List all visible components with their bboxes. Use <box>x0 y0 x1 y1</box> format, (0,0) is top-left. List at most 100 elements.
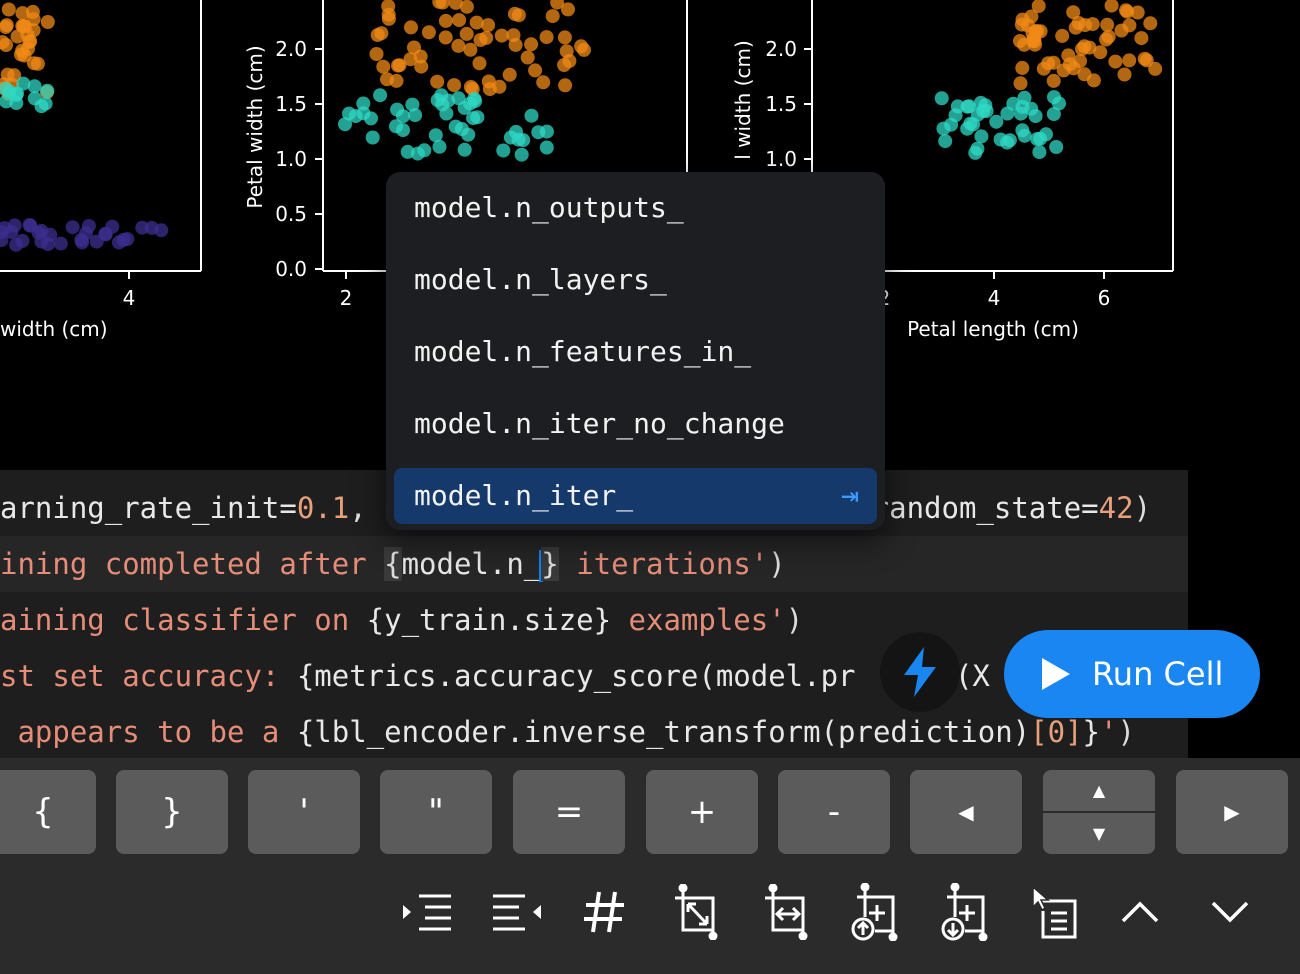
run-cell-button[interactable]: Run Cell <box>1004 630 1260 718</box>
key-arrow-right[interactable]: ▶ <box>1176 770 1288 854</box>
scatter-point <box>53 236 68 251</box>
select-cell-button[interactable] <box>1022 872 1082 952</box>
scatter-point <box>1061 48 1076 63</box>
autocomplete-popup[interactable]: model.n_outputs_ model.n_layers_ model.n… <box>386 172 885 530</box>
key-arrow-up-down[interactable]: ▲ ▼ <box>1043 770 1155 854</box>
scatter-point <box>1032 145 1047 160</box>
expand-cell-icon <box>675 884 718 940</box>
scatter-point <box>1075 42 1089 56</box>
scatter-point <box>23 34 38 49</box>
code-line[interactable]: appears to be a {lbl_encoder.inverse_tra… <box>0 704 1134 760</box>
scatter-point <box>502 67 517 82</box>
scatter-point <box>1015 123 1030 138</box>
scatter-point <box>1000 106 1015 121</box>
select-cell-icon <box>1032 885 1077 939</box>
scatter-point <box>974 129 989 144</box>
key-open-brace[interactable]: { <box>0 770 96 854</box>
scatter-point <box>439 106 454 121</box>
scatter-point <box>448 119 463 134</box>
key-arrow-down[interactable]: ▼ <box>1043 813 1155 854</box>
scatter-point <box>27 56 41 71</box>
scatter-point <box>1101 29 1116 44</box>
scatter-point <box>15 6 30 21</box>
key-plus[interactable]: + <box>646 770 758 854</box>
fit-cell-icon <box>765 884 808 940</box>
scatter-point <box>428 128 443 143</box>
quick-run-button[interactable] <box>880 632 960 712</box>
key-close-brace[interactable]: } <box>116 770 228 854</box>
scatter-point <box>1033 131 1048 146</box>
code-line[interactable]: st set accuracy: {metrics.accuracy_score… <box>0 648 990 704</box>
scatter-point <box>1117 67 1132 82</box>
scatter-point <box>1015 60 1030 75</box>
scatter-point <box>381 11 396 26</box>
scatter-point <box>524 37 539 52</box>
hash-icon <box>584 891 624 933</box>
scatter-point <box>452 13 467 28</box>
code-line-active[interactable]: ining completed after {model.n_} iterati… <box>0 536 1188 592</box>
fit-cell-button[interactable] <box>754 872 814 952</box>
scatter-point <box>451 38 466 53</box>
key-arrow-up[interactable]: ▲ <box>1043 770 1155 811</box>
scatter-point <box>421 25 436 40</box>
scatter-point <box>1049 140 1064 154</box>
scatter-point <box>438 30 453 45</box>
scatter-point <box>970 141 985 156</box>
scatter-point <box>936 121 951 136</box>
key-equals[interactable]: = <box>513 770 625 854</box>
scatter-point <box>1066 5 1081 20</box>
scatter-point <box>2 84 17 99</box>
scatter-point <box>376 59 391 74</box>
scatter-point <box>342 106 356 121</box>
comment-button[interactable] <box>574 872 634 952</box>
scatter-point <box>105 219 120 234</box>
scatter-point <box>461 127 476 142</box>
scatter-point <box>1013 76 1028 91</box>
panel2-xtick: 2 <box>340 286 353 310</box>
scatter-point <box>1122 53 1137 68</box>
scatter-point <box>1000 135 1015 150</box>
scatter-point <box>447 78 462 93</box>
scatter-point <box>15 233 30 248</box>
code-line[interactable]: aining classifier on {y_train.size} exam… <box>0 592 803 648</box>
scatter-point <box>135 220 150 235</box>
move-down-button[interactable] <box>1200 872 1260 952</box>
accessory-keyboard-bar: { } ' " = + - ◀ ▲ ▼ ▶ <box>0 758 1300 974</box>
scatter-point <box>950 99 965 114</box>
scatter-point <box>1130 5 1145 20</box>
scatter-point <box>1139 53 1154 68</box>
autocomplete-item-selected[interactable]: model.n_iter_ ⇥ <box>394 468 877 524</box>
scatter-point <box>539 140 554 155</box>
scatter-point <box>463 42 478 57</box>
autocomplete-item[interactable]: model.n_features_in_ <box>394 324 877 380</box>
key-double-quote[interactable]: " <box>380 770 492 854</box>
key-minus[interactable]: - <box>778 770 890 854</box>
panel2-ytick: 0.5 <box>275 202 307 226</box>
panel2-ylabel: Petal width (cm) <box>243 45 267 208</box>
panel2-ytick: 2.0 <box>275 37 307 61</box>
scatter-point <box>472 56 487 71</box>
expand-cell-button[interactable] <box>664 872 724 952</box>
scatter-point <box>34 223 49 238</box>
scatter-point <box>1100 17 1115 32</box>
scatter-point <box>74 232 89 247</box>
insert-cell-below-button[interactable] <box>932 872 992 952</box>
panel3-xtick: 6 <box>1098 286 1111 310</box>
autocomplete-item[interactable]: model.n_outputs_ <box>394 180 877 236</box>
indent-button[interactable] <box>396 872 456 952</box>
autocomplete-item[interactable]: model.n_layers_ <box>394 252 877 308</box>
scatter-point <box>16 76 31 91</box>
tab-accept-icon[interactable]: ⇥ <box>841 468 859 524</box>
move-up-button[interactable] <box>1110 872 1170 952</box>
scatter-point <box>408 108 423 123</box>
key-single-quote[interactable]: ' <box>248 770 360 854</box>
scatter-point <box>392 58 407 73</box>
autocomplete-item[interactable]: model.n_iter_no_change <box>394 396 877 452</box>
lightning-bolt-icon <box>904 647 936 697</box>
key-arrow-left[interactable]: ◀ <box>910 770 1022 854</box>
panel3-xlabel: Petal length (cm) <box>907 317 1079 341</box>
dedent-button[interactable] <box>486 872 546 952</box>
insert-below-icon <box>941 883 988 941</box>
scatter-point <box>492 79 507 94</box>
insert-cell-above-button[interactable] <box>842 872 902 952</box>
